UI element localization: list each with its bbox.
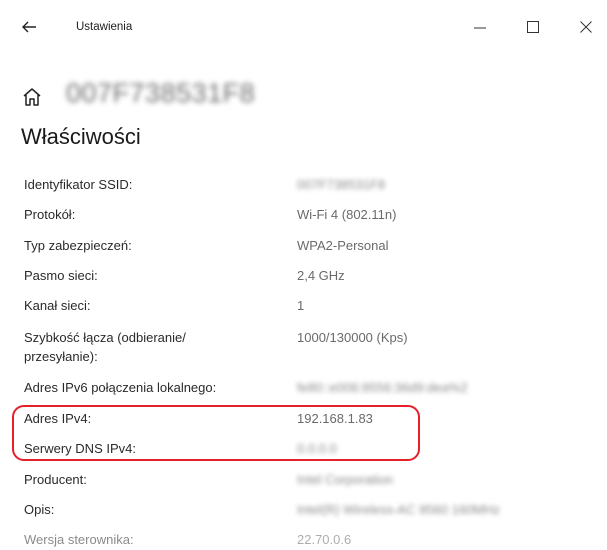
home-icon <box>23 88 41 106</box>
network-name: 007F738531F8 <box>66 78 256 108</box>
window-title: Ustawienia <box>76 21 133 33</box>
close-button[interactable] <box>570 12 602 42</box>
arrow-left-icon <box>22 21 36 33</box>
ssid-label: Identyfikator SSID: <box>24 177 133 192</box>
back-button[interactable] <box>16 14 44 40</box>
protocol-value: Wi-Fi 4 (802.11n) <box>297 207 397 222</box>
ssid-value: 007F738531F8 <box>297 177 386 192</box>
network-channel-label: Kanał sieci: <box>24 298 91 313</box>
minimize-button[interactable] <box>464 12 496 42</box>
description-value: Intel(R) Wireless-AC 9560 160MHz <box>297 502 501 517</box>
link-speed-value: 1000/130000 (Kps) <box>297 330 408 345</box>
description-label: Opis: <box>24 502 55 517</box>
manufacturer-label: Producent: <box>24 472 87 487</box>
highlight-box <box>12 405 420 461</box>
driver-version-label: Wersja sterownika: <box>24 532 134 547</box>
manufacturer-value: Intel Corporation <box>297 472 394 487</box>
maximize-icon <box>527 21 539 33</box>
title-bar: Ustawienia <box>0 0 607 56</box>
maximize-button[interactable] <box>517 12 549 42</box>
close-icon <box>580 21 592 33</box>
security-type-value: WPA2-Personal <box>297 238 389 253</box>
ipv6-value: fe80::e006:9556:36d9:dea%2 <box>297 380 468 395</box>
network-channel-value: 1 <box>297 298 305 313</box>
driver-version-value: 22.70.0.6 <box>297 532 352 547</box>
page-title: Właściwości <box>21 124 141 149</box>
link-speed-label: Szybkość łącza (odbieranie/ <box>24 330 186 345</box>
protocol-label: Protokół: <box>24 207 76 222</box>
network-band-value: 2,4 GHz <box>297 268 345 283</box>
link-speed-label-line2: przesyłanie): <box>24 349 98 364</box>
ipv6-label: Adres IPv6 połączenia lokalnego: <box>24 380 217 395</box>
minimize-icon <box>474 27 486 29</box>
network-band-label: Pasmo sieci: <box>24 268 98 283</box>
security-type-label: Typ zabezpieczeń: <box>24 238 132 253</box>
